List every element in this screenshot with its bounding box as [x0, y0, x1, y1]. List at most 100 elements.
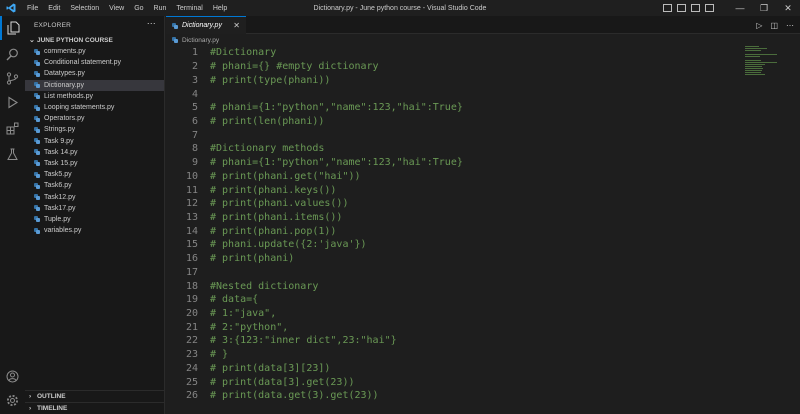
file-item[interactable]: Task 14.py: [25, 147, 164, 158]
file-list: comments.py Conditional statement.py Datat…: [25, 46, 164, 236]
code-text: # print(phani.items()): [210, 211, 343, 223]
file-item[interactable]: Task17.py: [25, 203, 164, 214]
file-item[interactable]: Strings.py: [25, 124, 164, 135]
menu-item-edit[interactable]: Edit: [43, 5, 65, 12]
file-item[interactable]: Task 9.py: [25, 136, 164, 147]
explorer-icon[interactable]: [0, 16, 25, 40]
file-label: Task12.py: [44, 193, 76, 201]
close-tab-icon[interactable]: ✕: [233, 21, 240, 30]
file-item[interactable]: Datatypes.py: [25, 68, 164, 79]
python-file-icon: [34, 126, 40, 133]
file-label: Operators.py: [44, 115, 85, 123]
code-text: # phani.update({2:'java'}): [210, 239, 367, 251]
toggle-panel-icon[interactable]: [677, 4, 686, 12]
python-file-icon: [34, 149, 40, 156]
testing-icon[interactable]: [0, 142, 25, 166]
python-file-icon: [34, 82, 40, 89]
file-item[interactable]: variables.py: [25, 225, 164, 236]
code-text: # data={: [210, 294, 259, 306]
code-line: 3 # print(type(phani)): [166, 73, 330, 87]
file-item[interactable]: Task12.py: [25, 191, 164, 202]
file-item[interactable]: Looping statements.py: [25, 102, 164, 113]
code-text: # }: [210, 349, 229, 361]
line-number: 17: [185, 266, 198, 278]
code-line: 4: [166, 87, 210, 101]
more-actions-icon[interactable]: ⋯: [147, 18, 156, 29]
menu-item-terminal[interactable]: Terminal: [171, 5, 207, 12]
file-label: Task 14.py: [44, 148, 78, 156]
close-window-button[interactable]: ✕: [776, 3, 800, 14]
code-line: 22 # 3:{123:"inner dict",23:"hai"}: [166, 334, 397, 348]
code-text: # phani={1:"python","name":123,"hai":Tru…: [210, 157, 463, 169]
breadcrumb[interactable]: Dictionary.py: [166, 34, 219, 46]
title-bar: File Edit Selection View Go Run Terminal Help D…: [0, 0, 800, 16]
python-file-icon: [34, 216, 40, 223]
file-label: Conditional statement.py: [44, 59, 122, 67]
timeline-section[interactable]: › TIMELINE: [25, 402, 165, 413]
toggle-primary-sidebar-icon[interactable]: [663, 4, 672, 12]
line-number: 26: [185, 390, 198, 402]
breadcrumb-file: Dictionary.py: [182, 36, 220, 44]
editor-tabs: Dictionary.py ✕ ▷ ◫ ⋯: [166, 16, 800, 34]
minimize-button[interactable]: —: [728, 3, 752, 14]
toggle-secondary-sidebar-icon[interactable]: [691, 4, 700, 12]
file-label: Tuple.py: [44, 215, 71, 223]
python-file-icon: [34, 93, 40, 100]
settings-gear-icon[interactable]: [0, 388, 25, 412]
code-text: # phani={} #empty dictionary: [210, 61, 379, 73]
menu-item-help[interactable]: Help: [208, 5, 232, 12]
code-text: # print(len(phani)): [210, 115, 325, 127]
file-item[interactable]: Operators.py: [25, 113, 164, 124]
code-line: 16 # print(phani): [166, 252, 294, 266]
folder-june-python-course[interactable]: ⌄ JUNE PYTHON COURSE: [25, 34, 164, 46]
file-item[interactable]: Task 15.py: [25, 158, 164, 169]
outline-section[interactable]: › OUTLINE: [25, 390, 165, 401]
python-file-icon: [172, 22, 178, 29]
code-text: #Nested dictionary: [210, 280, 319, 292]
code-line: 25 # print(data[3].get(23)): [166, 375, 355, 389]
code-line: 9 # phani={1:"python","name":123,"hai":Tr…: [166, 156, 463, 170]
tab-label: Dictionary.py: [182, 22, 222, 29]
line-number: 22: [185, 335, 198, 347]
file-item[interactable]: Task6.py: [25, 180, 164, 191]
file-item[interactable]: Tuple.py: [25, 214, 164, 225]
code-line: 10 # print(phani.get("hai")): [166, 169, 361, 183]
line-number: 2: [191, 61, 198, 73]
code-text: # print(data.get(3).get(23)): [210, 390, 379, 402]
python-file-icon: [172, 37, 178, 43]
file-label: Task6.py: [44, 182, 72, 190]
line-number: 1: [191, 47, 198, 59]
code-text: # print(type(phani)): [210, 74, 331, 86]
file-item[interactable]: Conditional statement.py: [25, 57, 164, 68]
code-line: 5 # phani={1:"python","name":123,"hai":Tr…: [166, 101, 463, 115]
more-actions-icon[interactable]: ⋯: [786, 21, 794, 30]
file-item[interactable]: Task5.py: [25, 169, 164, 180]
explorer-title: EXPLORER: [34, 21, 72, 29]
tab-dictionary-py[interactable]: Dictionary.py ✕: [166, 16, 246, 34]
menu-item-go[interactable]: Go: [129, 5, 148, 12]
extensions-icon[interactable]: [0, 116, 25, 140]
chevron-right-icon: ›: [29, 404, 32, 412]
menu-item-file[interactable]: File: [22, 5, 43, 12]
run-python-file-icon[interactable]: ▷: [756, 21, 762, 30]
file-item[interactable]: Dictionary.py: [25, 79, 164, 91]
file-label: comments.py: [44, 48, 86, 56]
file-item[interactable]: List methods.py: [25, 91, 164, 102]
menu-item-run[interactable]: Run: [149, 5, 172, 12]
run-debug-icon[interactable]: [0, 90, 25, 114]
source-control-icon[interactable]: [0, 66, 25, 90]
line-number: 24: [185, 362, 198, 374]
minimap[interactable]: [745, 46, 785, 76]
file-item[interactable]: comments.py: [25, 46, 164, 57]
account-icon[interactable]: [0, 364, 25, 388]
menu-item-view[interactable]: View: [104, 5, 129, 12]
code-line: 15 # phani.update({2:'java'}): [166, 238, 367, 252]
search-icon[interactable]: [0, 42, 25, 66]
line-number: 3: [191, 74, 198, 86]
split-editor-icon[interactable]: ◫: [770, 21, 778, 30]
line-number: 5: [191, 102, 198, 114]
code-line: 7: [166, 128, 210, 142]
restore-button[interactable]: ❐: [752, 3, 776, 14]
menu-item-selection[interactable]: Selection: [65, 5, 104, 12]
customize-layout-icon[interactable]: [705, 4, 714, 12]
